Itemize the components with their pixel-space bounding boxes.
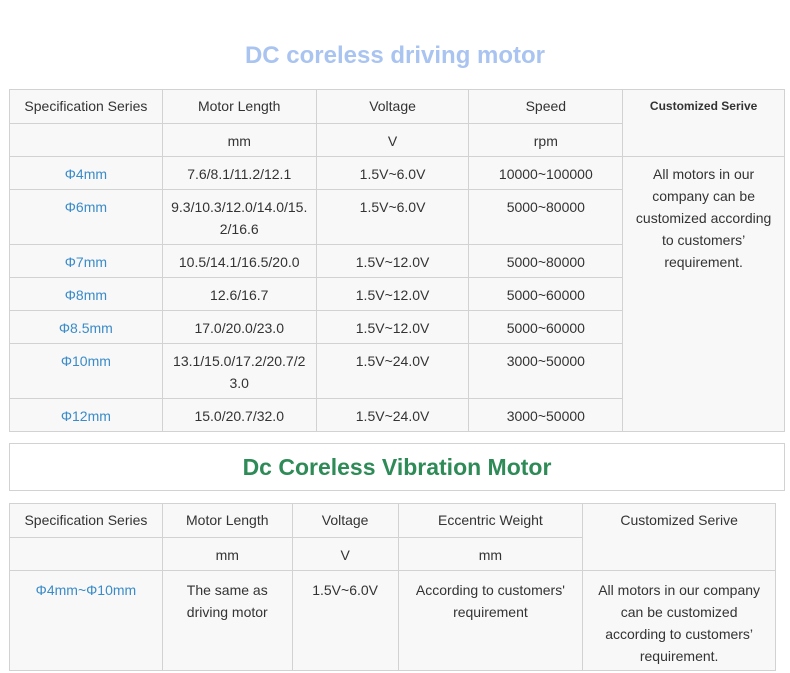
speed-cell: 5000~60000 [468, 310, 624, 344]
driving-motor-title: DC coreless driving motor [244, 42, 546, 69]
header-speed: Speed [468, 89, 624, 124]
length-cell: The same as driving motor [161, 570, 293, 671]
speed-cell: 10000~100000 [468, 156, 624, 190]
length-cell: 13.1/15.0/17.2/20.7/23.0 [161, 343, 317, 399]
unit-speed: rpm [468, 123, 624, 157]
unit-series [9, 123, 163, 157]
length-cell: 10.5/14.1/16.5/20.0 [161, 244, 317, 278]
table-row: Φ4mm~Φ10mm The same as driving motor 1.5… [9, 570, 776, 671]
custom-description: All motors in our company can be customi… [622, 156, 785, 432]
header-custom: Customized Serive [582, 503, 776, 571]
series-cell: Φ10mm [9, 343, 163, 399]
speed-cell: 5000~60000 [468, 277, 624, 311]
header-series: Specification Series [9, 89, 163, 124]
voltage-cell: 1.5V~6.0V [291, 570, 399, 671]
header-voltage: Voltage [291, 503, 399, 538]
unit-length: mm [161, 123, 317, 157]
length-cell: 7.6/8.1/11.2/12.1 [161, 156, 317, 190]
series-cell: Φ4mm [9, 156, 163, 190]
header-series: Specification Series [9, 503, 163, 538]
driving-motor-table: Specification Series Motor Length Voltag… [9, 89, 785, 432]
speed-cell: 3000~50000 [468, 343, 624, 399]
series-cell: Φ6mm [9, 189, 163, 245]
header-length: Motor Length [161, 89, 317, 124]
unit-weight: mm [397, 537, 584, 571]
header-custom: Customized Serive [622, 89, 785, 157]
vibration-motor-table: Specification Series Motor Length Voltag… [9, 503, 776, 671]
unit-series [9, 537, 163, 571]
table-header-row: Specification Series Motor Length Voltag… [9, 89, 785, 157]
weight-cell: According to customers' requirement [397, 570, 584, 671]
voltage-cell: 1.5V~6.0V [315, 156, 470, 190]
length-cell: 12.6/16.7 [161, 277, 317, 311]
unit-voltage: V [291, 537, 399, 571]
series-cell: Φ12mm [9, 398, 163, 432]
unit-length: mm [161, 537, 293, 571]
custom-description: All motors in our company can be customi… [582, 570, 776, 671]
voltage-cell: 1.5V~24.0V [315, 398, 470, 432]
table-row: Φ4mm 7.6/8.1/11.2/12.1 1.5V~6.0V 10000~1… [9, 156, 785, 432]
series-cell: Φ8mm [9, 277, 163, 311]
voltage-cell: 1.5V~6.0V [315, 189, 470, 245]
length-cell: 15.0/20.7/32.0 [161, 398, 317, 432]
header-length: Motor Length [161, 503, 293, 538]
table-header-row: Specification Series Motor Length Voltag… [9, 503, 776, 571]
speed-cell: 3000~50000 [468, 398, 624, 432]
vibration-motor-title: Dc Coreless Vibration Motor [9, 443, 785, 491]
length-cell: 9.3/10.3/12.0/14.0/15.2/16.6 [161, 189, 317, 245]
header-weight: Eccentric Weight [397, 503, 584, 538]
voltage-cell: 1.5V~24.0V [315, 343, 470, 399]
series-cell: Φ8.5mm [9, 310, 163, 344]
series-cell: Φ4mm~Φ10mm [9, 570, 163, 671]
unit-voltage: V [315, 123, 470, 157]
speed-cell: 5000~80000 [468, 244, 624, 278]
voltage-cell: 1.5V~12.0V [315, 277, 470, 311]
speed-cell: 5000~80000 [468, 189, 624, 245]
series-cell: Φ7mm [9, 244, 163, 278]
voltage-cell: 1.5V~12.0V [315, 244, 470, 278]
voltage-cell: 1.5V~12.0V [315, 310, 470, 344]
header-voltage: Voltage [315, 89, 470, 124]
length-cell: 17.0/20.0/23.0 [161, 310, 317, 344]
